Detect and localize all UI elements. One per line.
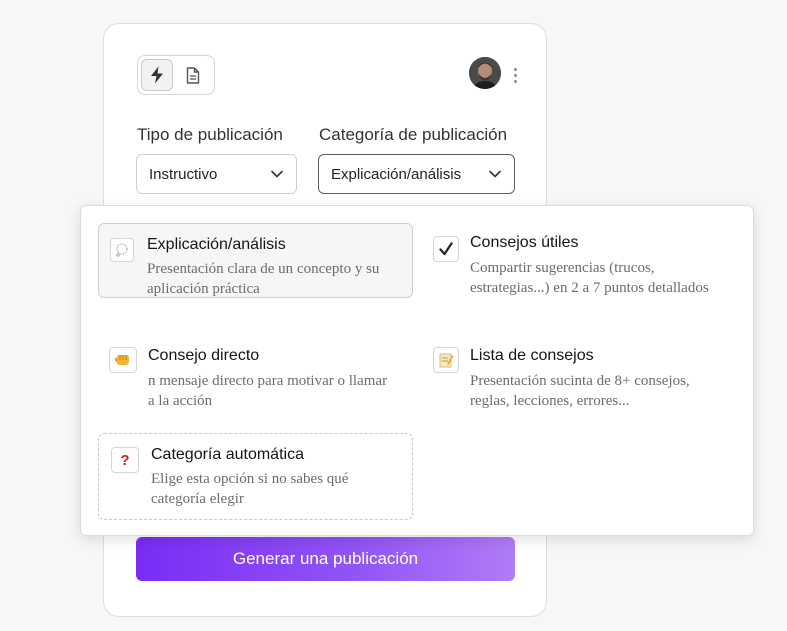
option-title: Consejo directo [148,347,260,364]
option-title: Consejos útiles [470,234,579,251]
memo-icon [433,347,459,373]
category-label: Categoría de publicación [319,125,508,144]
option-title: Categoría automática [151,446,304,463]
option-description: Compartir sugerencias (trucos, estrategi… [470,260,709,296]
generate-post-button[interactable]: Generar una publicación [136,537,515,581]
category-option-consejo-directo[interactable]: Consejo directo n mensaje directo para m… [98,334,413,414]
lightning-icon [151,66,163,84]
option-description: n mensaje directo para motivar o llamar … [148,373,388,409]
question-mark-icon: ? [111,447,139,473]
chevron-down-icon [488,167,502,181]
post-type-value: Instructivo [149,165,218,183]
option-description: Presentación clara de un concepto y su a… [147,261,380,297]
user-photo-icon [469,57,501,89]
thought-bubble-icon [110,238,134,262]
category-option-automatica[interactable]: ? Categoría automática Elige esta opción… [98,433,413,520]
category-select[interactable]: Explicación/análisis [318,154,515,194]
checkmark-icon [433,236,459,262]
category-value: Explicación/análisis [331,165,462,183]
chevron-down-icon [270,167,284,181]
user-avatar[interactable] [469,57,501,89]
option-description: Presentación sucinta de 8+ consejos, reg… [470,373,690,409]
document-icon [186,66,200,84]
category-option-consejos-utiles[interactable]: Consejos útiles Compartir sugerencias (t… [421,223,736,318]
document-mode-button[interactable] [177,59,209,91]
category-option-explicacion[interactable]: Explicación/análisis Presentación clara … [98,223,413,298]
category-option-lista-consejos[interactable]: Lista de consejos Presentación sucinta d… [421,334,736,414]
mode-toggle [137,55,215,95]
post-type-select[interactable]: Instructivo [136,154,297,194]
fist-icon [109,347,137,373]
option-description: Elige esta opción si no sabes qué catego… [151,471,349,507]
quick-mode-button[interactable] [141,59,173,91]
option-title: Explicación/análisis [147,236,286,253]
more-options-icon[interactable] [508,65,522,85]
option-title: Lista de consejos [470,347,594,364]
category-dropdown-menu: Explicación/análisis Presentación clara … [80,205,754,536]
post-type-label: Tipo de publicación [137,125,283,144]
